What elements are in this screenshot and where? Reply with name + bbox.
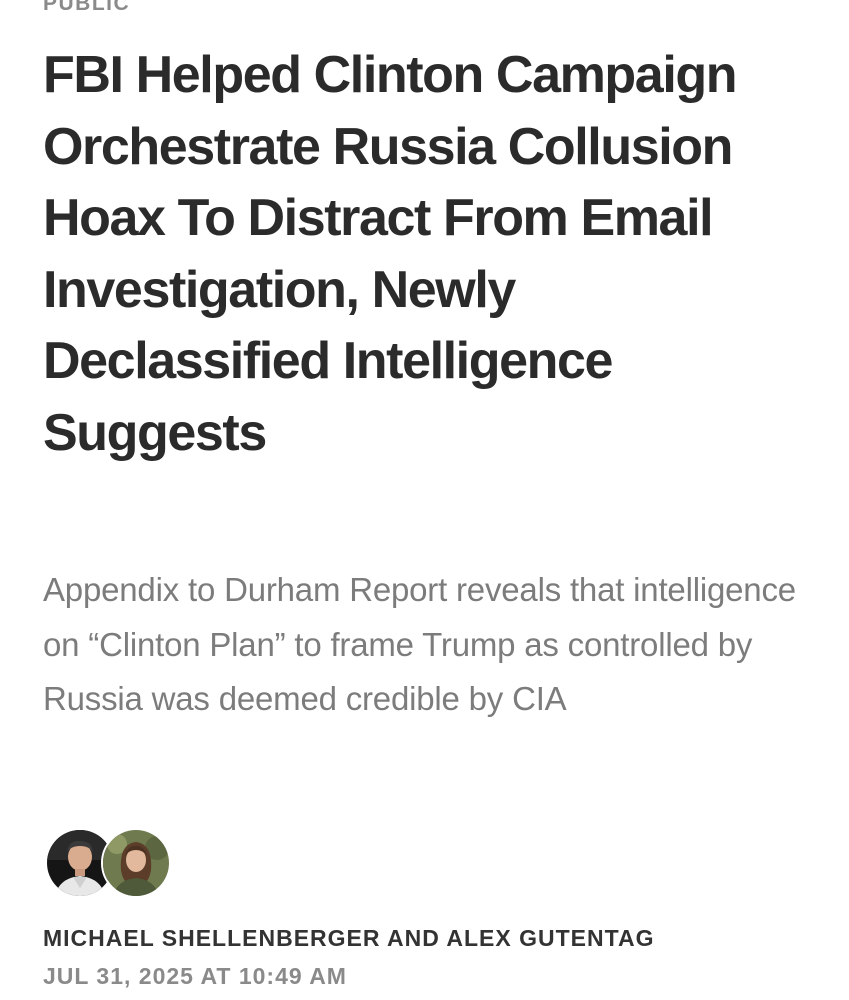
article-headline: FBI Helped Clinton Campaign Orchestrate … bbox=[43, 46, 738, 462]
article-subtitle: Appendix to Durham Report reveals that i… bbox=[43, 571, 796, 717]
author-photo-icon bbox=[103, 830, 169, 896]
section-label[interactable]: PUBLIC bbox=[43, 0, 130, 16]
author-avatars[interactable] bbox=[45, 828, 175, 900]
author-avatar-alex[interactable] bbox=[101, 828, 171, 898]
byline-date: JUL 31, 2025 AT 10:49 AM bbox=[43, 963, 347, 989]
byline-authors[interactable]: MICHAEL SHELLENBERGER AND ALEX GUTENTAG bbox=[43, 924, 654, 952]
